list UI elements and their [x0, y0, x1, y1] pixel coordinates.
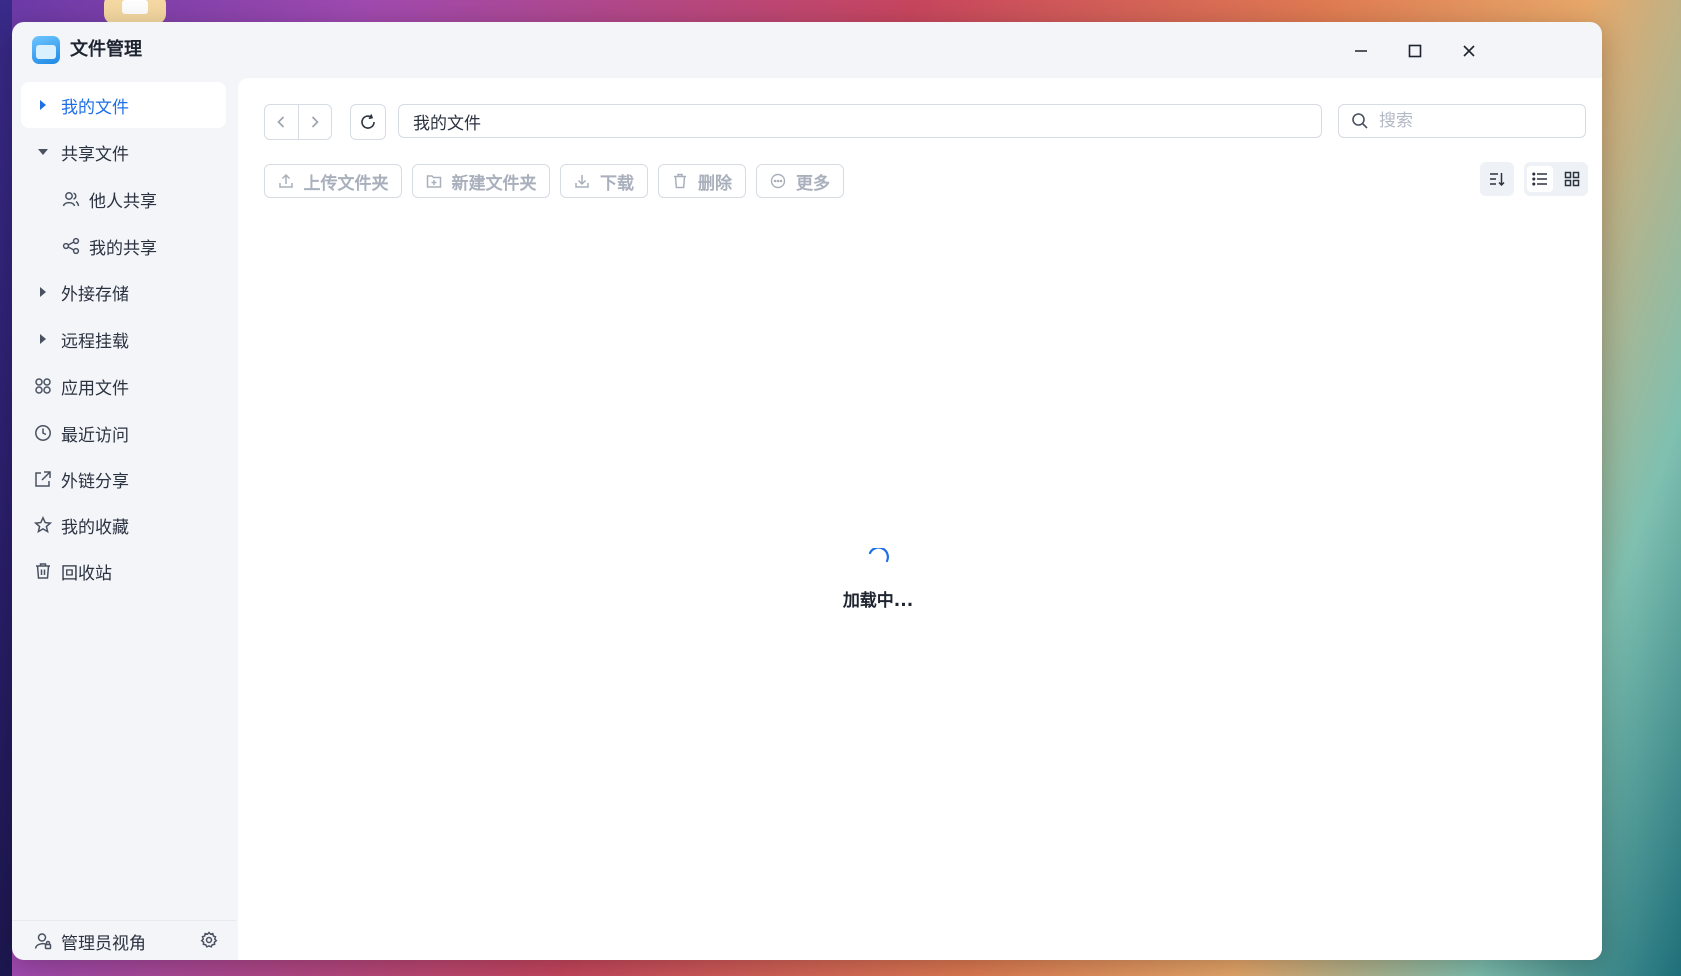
settings-button[interactable] — [194, 925, 224, 955]
refresh-icon — [361, 114, 375, 129]
sidebar-item-label: 我的共享 — [89, 238, 157, 259]
chevron-left-icon — [277, 116, 285, 128]
history-nav — [264, 104, 332, 140]
star-icon — [33, 516, 53, 534]
apps-icon — [33, 377, 53, 395]
more-button[interactable]: 更多 — [756, 164, 844, 198]
delete-button[interactable]: 删除 — [658, 164, 746, 198]
download-icon — [574, 173, 590, 189]
maximize-icon — [1408, 44, 1422, 58]
sidebar-item-favorites[interactable]: 我的收藏 — [21, 502, 226, 548]
sidebar-item-label: 远程挂载 — [61, 331, 129, 352]
view-mode-switch — [1524, 162, 1588, 196]
new-folder-icon — [426, 173, 442, 189]
clock-icon — [33, 424, 53, 442]
sort-icon — [1490, 173, 1505, 187]
list-view-icon — [1532, 172, 1547, 186]
spinner-icon — [868, 546, 889, 563]
grid-view-icon — [1564, 171, 1580, 187]
caret-right-icon — [33, 334, 53, 344]
sidebar-item-recent[interactable]: 最近访问 — [21, 410, 226, 456]
upload-folder-button[interactable]: 上传文件夹 — [264, 164, 402, 198]
search-icon — [1352, 113, 1368, 129]
download-button[interactable]: 下载 — [560, 164, 648, 198]
minimize-icon — [1355, 50, 1367, 52]
sidebar-item-label: 最近访问 — [61, 425, 129, 446]
external-share-icon — [33, 470, 53, 488]
delete-label: 删除 — [698, 173, 732, 194]
caret-right-icon — [33, 287, 53, 297]
sidebar-item-label: 应用文件 — [61, 378, 129, 399]
sidebar: 我的文件 共享文件 他人共享 我的共享 外接存储 远程挂载 应用文件 最近访问 … — [12, 78, 236, 960]
download-label: 下载 — [600, 173, 634, 194]
close-button[interactable] — [1454, 36, 1484, 66]
sidebar-item-shared-files[interactable]: 共享文件 — [21, 129, 226, 175]
refresh-button[interactable] — [350, 104, 386, 140]
file-manager-window: 文件管理 我的文件 共享文件 他人共享 我的共享 外接存储 远程挂载 应用文件 … — [12, 22, 1602, 960]
sidebar-item-label: 共享文件 — [61, 144, 129, 165]
desktop-app-icon[interactable] — [104, 0, 166, 24]
sidebar-item-label: 外链分享 — [61, 471, 129, 492]
new-folder-label: 新建文件夹 — [451, 173, 537, 194]
sidebar-item-label: 我的收藏 — [61, 517, 129, 538]
sidebar-item-external-storage[interactable]: 外接存储 — [21, 269, 226, 315]
upload-folder-label: 上传文件夹 — [303, 173, 389, 194]
more-icon — [770, 173, 786, 189]
sidebar-item-label: 他人共享 — [89, 191, 157, 212]
sidebar-item-recycle-bin[interactable]: 回收站 — [21, 548, 226, 594]
gear-icon — [200, 931, 218, 948]
caret-right-icon — [33, 100, 53, 110]
forward-button[interactable] — [297, 105, 332, 139]
sidebar-item-external-links[interactable]: 外链分享 — [21, 456, 226, 502]
share-nodes-icon — [61, 237, 81, 255]
admin-view-label: 管理员视角 — [61, 933, 146, 954]
sidebar-item-remote-mount[interactable]: 远程挂载 — [21, 316, 226, 362]
sidebar-item-my-files[interactable]: 我的文件 — [21, 82, 226, 128]
desktop-edge — [0, 0, 12, 976]
title-bar: 文件管理 — [12, 22, 1602, 78]
trash-icon — [672, 173, 688, 189]
admin-view-toggle[interactable]: 管理员视角 — [21, 918, 181, 960]
sidebar-item-label: 外接存储 — [61, 284, 129, 305]
loading-indicator: 加载中... — [798, 546, 958, 611]
back-button[interactable] — [265, 105, 298, 139]
upload-icon — [278, 173, 294, 189]
new-folder-button[interactable]: 新建文件夹 — [412, 164, 550, 198]
path-bar[interactable]: 我的文件 — [398, 104, 1322, 138]
app-title: 文件管理 — [70, 39, 142, 60]
minimize-button[interactable] — [1346, 36, 1376, 66]
main-panel: 我的文件 上传文件夹 新建文件夹 下载 — [238, 78, 1602, 960]
sidebar-item-my-shares[interactable]: 我的共享 — [21, 223, 226, 269]
list-view-button[interactable] — [1527, 166, 1553, 192]
path-text: 我的文件 — [413, 113, 481, 134]
sort-button[interactable] — [1480, 162, 1514, 196]
more-label: 更多 — [796, 173, 830, 194]
sidebar-item-app-files[interactable]: 应用文件 — [21, 363, 226, 409]
close-icon — [1463, 45, 1475, 57]
loading-text: 加载中... — [842, 591, 914, 611]
sidebar-item-label: 回收站 — [61, 563, 112, 584]
sidebar-item-shared-with-me[interactable]: 他人共享 — [21, 176, 226, 222]
search-box — [1338, 104, 1586, 138]
sidebar-footer: 管理员视角 — [12, 920, 236, 960]
trash-icon — [33, 562, 53, 580]
grid-view-button[interactable] — [1559, 166, 1585, 192]
search-input[interactable] — [1377, 110, 1571, 132]
maximize-button[interactable] — [1400, 36, 1430, 66]
sidebar-item-label: 我的文件 — [61, 97, 129, 118]
chevron-right-icon — [311, 116, 319, 128]
caret-down-icon — [33, 148, 53, 156]
folder-app-icon — [32, 36, 60, 64]
admin-user-icon — [33, 932, 53, 950]
users-icon — [61, 190, 81, 208]
